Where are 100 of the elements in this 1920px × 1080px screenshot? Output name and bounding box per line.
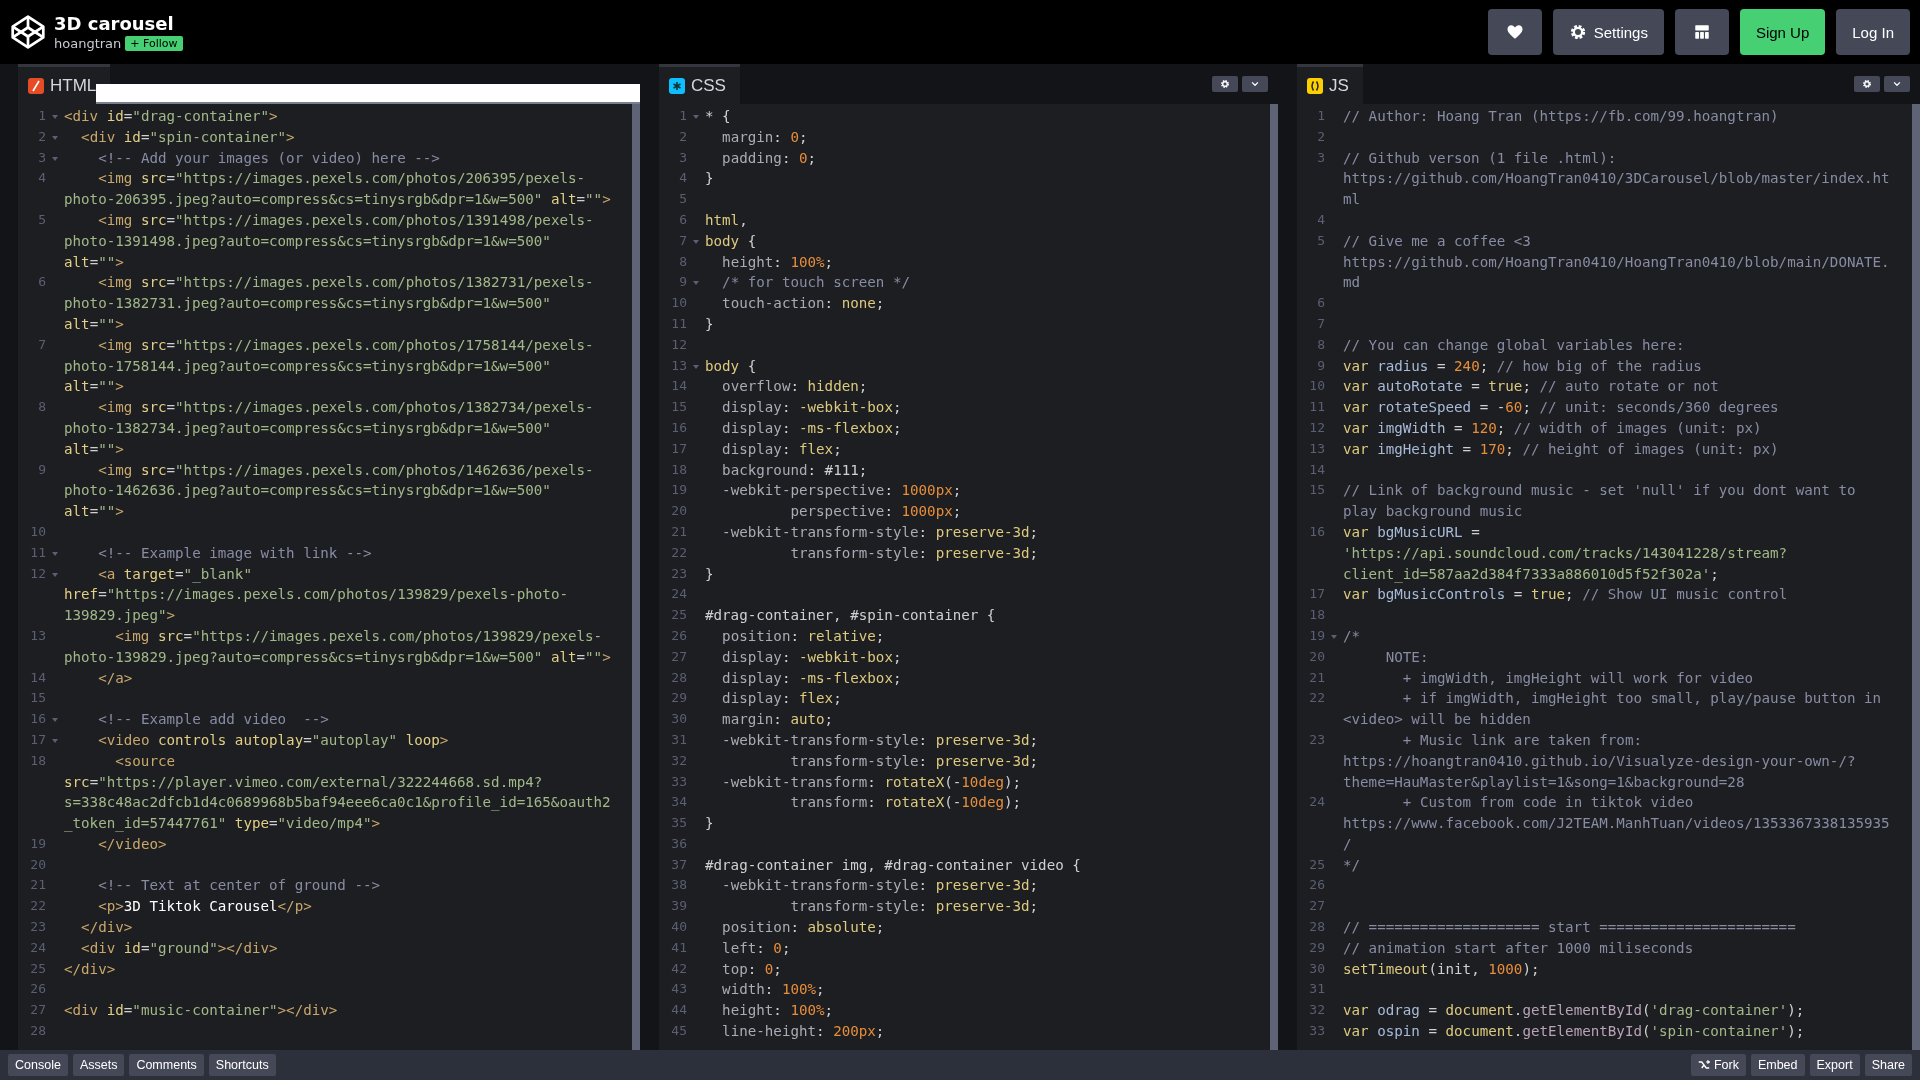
line-number: 29 xyxy=(670,689,687,708)
line-number: 1 xyxy=(1316,107,1325,125)
code-line: var bgMusicURL = 'https://api.soundcloud.com/tracks/143041228/stream?client_id=587aa2d384f7333a886010d5f52f302a'; xyxy=(1343,522,1789,585)
scrollbar[interactable] xyxy=(632,104,640,1050)
fold-icon[interactable] xyxy=(52,135,58,140)
scrollbar[interactable] xyxy=(1912,104,1920,1050)
code-line: // Github verson (1 file .html): https://github.com/HoangTran0410/3DCarousel/blob/master/index.html xyxy=(1343,148,1891,210)
line-number: 28 xyxy=(670,668,687,687)
fold-icon[interactable] xyxy=(52,551,58,556)
line-number: 5 xyxy=(678,190,687,209)
chevron-down-icon xyxy=(1892,79,1902,89)
fold-icon[interactable] xyxy=(52,718,58,723)
layout-button[interactable] xyxy=(1674,9,1729,55)
line-number: 31 xyxy=(670,730,687,749)
header-button[interactable]: Log In xyxy=(1836,9,1910,55)
scrollbar[interactable] xyxy=(1270,104,1278,1050)
line-number: 4 xyxy=(37,169,46,188)
code-line: } xyxy=(705,169,715,189)
code-line: </div> xyxy=(80,918,134,938)
code-line: #drag-container, #spin-container { xyxy=(705,606,997,626)
footer-tab[interactable]: Console xyxy=(8,1054,68,1076)
fold-icon[interactable] xyxy=(693,115,699,119)
editor-tab[interactable]: JS xyxy=(1297,64,1363,104)
footer-tab[interactable]: Comments xyxy=(129,1054,204,1076)
code-line: display: -webkit-box; xyxy=(721,647,903,667)
line-number: 43 xyxy=(670,980,687,999)
line-number: 26 xyxy=(670,626,687,645)
editor-tab[interactable]: CSS xyxy=(659,64,740,104)
line-number: 42 xyxy=(670,959,687,978)
line-number: 6 xyxy=(37,273,46,292)
line-number: 11 xyxy=(29,543,46,562)
chevron-down-icon xyxy=(1250,79,1260,89)
code-line: display: flex; xyxy=(721,439,843,459)
logo-icon[interactable] xyxy=(10,14,46,50)
line-number: 3 xyxy=(678,148,687,167)
fold-icon[interactable] xyxy=(52,156,58,161)
footer-tab[interactable]: Assets xyxy=(72,1054,125,1076)
line-number: 24 xyxy=(29,938,46,957)
code-line: <a target="_blank" href="https://images.pexels.com/photos/139829/pexels-photo-139829.jpeg"> xyxy=(64,564,569,626)
line-number: 24 xyxy=(1308,793,1325,812)
line-number: 44 xyxy=(670,1001,687,1020)
line-number: 41 xyxy=(670,938,687,957)
code-line: * { xyxy=(705,107,732,126)
code-line: <div id="drag-container"> xyxy=(64,107,279,126)
line-number: 7 xyxy=(37,335,46,354)
code-line: var odrag = document.getElementById('drag-container'); xyxy=(1343,1001,1806,1021)
settings-button[interactable] xyxy=(1212,76,1238,92)
code-line: /* xyxy=(1343,626,1362,646)
line-number: 20 xyxy=(1308,647,1325,666)
fold-icon[interactable] xyxy=(693,364,699,369)
author-name[interactable]: hoangtran xyxy=(54,36,122,51)
code-line: display: -ms-flexbox; xyxy=(721,418,903,438)
follow-button[interactable]: + Follow xyxy=(125,36,183,51)
line-number: 36 xyxy=(670,834,687,853)
line-number: 32 xyxy=(1308,1001,1325,1020)
settings-button[interactable]: Settings xyxy=(1552,9,1664,55)
footer-button[interactable]: Embed xyxy=(1750,1054,1805,1076)
fork-icon xyxy=(1697,1059,1710,1071)
code-line: <!-- Add your images (or video) here --> xyxy=(97,148,441,168)
line-number: 17 xyxy=(670,439,687,458)
code-line: var imgWidth = 120; // width of images (unit: px) xyxy=(1343,418,1763,438)
line-number: 39 xyxy=(670,897,687,916)
line-number: 31 xyxy=(1308,980,1325,999)
footer-tab[interactable]: Shortcuts xyxy=(208,1054,276,1076)
code-line: touch-action: none; xyxy=(721,294,886,314)
line-number: 20 xyxy=(29,855,46,874)
line-number: 12 xyxy=(1308,418,1325,437)
editor-tab[interactable]: HTML xyxy=(18,64,111,104)
fold-icon[interactable] xyxy=(1331,634,1337,639)
line-number: 9 xyxy=(37,460,46,479)
fold-icon[interactable] xyxy=(693,281,699,286)
heart-button[interactable] xyxy=(1487,9,1542,55)
line-number: 7 xyxy=(678,231,687,250)
line-number: 37 xyxy=(670,855,687,874)
code-line: display: -webkit-box; xyxy=(721,398,903,418)
line-number: 9 xyxy=(678,273,687,292)
line-number: 2 xyxy=(37,127,46,146)
fold-icon[interactable] xyxy=(52,115,58,119)
line-number: 45 xyxy=(670,1022,687,1041)
line-number: 34 xyxy=(670,793,687,812)
line-number: 8 xyxy=(1316,335,1325,354)
line-number: 28 xyxy=(29,1022,46,1041)
collapse-button[interactable] xyxy=(1242,76,1268,92)
settings-button[interactable] xyxy=(1854,76,1880,92)
fork-button[interactable]: Fork xyxy=(1690,1054,1746,1076)
collapse-button[interactable] xyxy=(1884,76,1910,92)
code-line: perspective: 1000px; xyxy=(789,502,963,522)
footer-button[interactable]: Export xyxy=(1809,1054,1860,1076)
line-number: 26 xyxy=(1308,876,1325,895)
footer-button[interactable]: Share xyxy=(1864,1054,1912,1076)
fold-icon[interactable] xyxy=(52,572,58,577)
fold-icon[interactable] xyxy=(693,239,699,244)
signup-button[interactable]: Sign Up xyxy=(1739,9,1826,55)
fold-icon[interactable] xyxy=(52,738,58,743)
line-number: 15 xyxy=(670,398,687,417)
line-number: 1 xyxy=(678,107,687,125)
code-line: <source src="https://player.vimeo.com/external/322244668.sd.mp4?s=338c48ac2dfcb1d4c0689968b5baf94eee6ca0c1&profile_id=165&oauth2_token_id=57447761" type="video/mp4"> xyxy=(64,751,612,834)
code-line: -webkit-transform-style: preserve-3d; xyxy=(721,876,1040,896)
line-number: 12 xyxy=(670,335,687,354)
line-number: 38 xyxy=(670,876,687,895)
